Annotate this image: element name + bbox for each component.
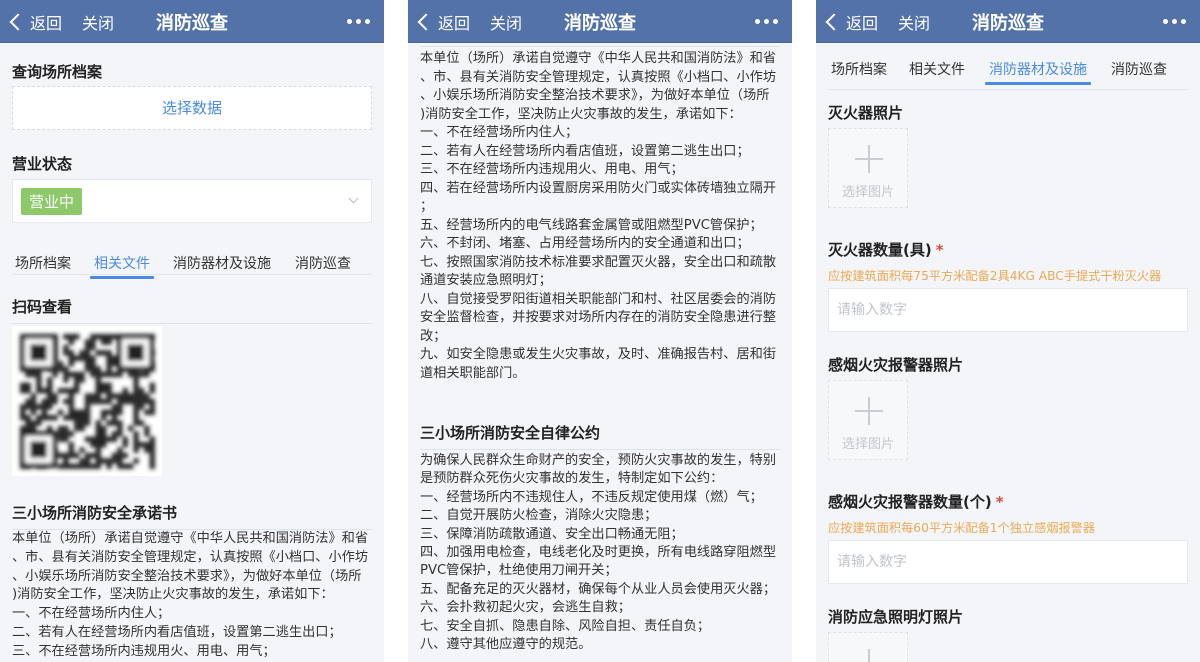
text-line: 四、加强用电检查，电线老化及时更换，所有电线路穿阻燃型 xyxy=(420,545,777,561)
tab-fire-patrol[interactable]: 消防巡查 xyxy=(295,253,351,273)
text-line: 二、若有人在经营场所内看店值班，设置第二逃生出口； xyxy=(420,143,750,159)
text-line: )消防安全工作，坚决防止火灾事故的发生，承诺如下： xyxy=(420,106,742,122)
screen-fire-equipment: 返回 关闭 消防巡查 场所档案 相关文件 消防器材及设施 消防巡查 灭火器照片 … xyxy=(816,0,1200,662)
text-line: 是预防群众死伤火灾事故的发生，特制定如下公约： xyxy=(420,471,724,487)
text-line: 、市、县有关消防安全管理规定，认真按照《小档口、小作坊 xyxy=(12,549,369,565)
chevron-down-icon xyxy=(348,193,359,204)
smoke-alarm-hint: 应按建筑面积每60平方米配备1个独立感烟报警器 xyxy=(828,521,1096,535)
upload-label: 选择图片 xyxy=(841,185,894,200)
page-title: 消防巡查 xyxy=(564,13,636,34)
qr-code-image xyxy=(12,326,162,476)
text-line: 、小娱乐场所消防安全整治技术要求》，为做好本单位（场所 xyxy=(420,88,770,103)
smoke-alarm-photo-upload[interactable]: 选择图片 xyxy=(828,380,908,460)
tab-fire-equipment[interactable]: 消防器材及设施 xyxy=(173,253,271,273)
text-line: ； xyxy=(420,199,434,214)
pledge-title: 三小场所消防安全承诺书 xyxy=(12,502,372,530)
tab-related-files[interactable]: 相关文件 xyxy=(90,253,154,279)
text-line: 九、如安全隐患或发生火灾事故，及时、准确报告村、居和街 xyxy=(420,347,777,362)
text-line: 、市、县有关消防安全管理规定，认真按照《小档口、小作坊 xyxy=(420,69,777,85)
required-mark: * xyxy=(935,241,944,259)
text-line: 为确保人民群众生命财产的安全，预防火灾事故的发生，特别 xyxy=(420,453,777,468)
page-title: 消防巡查 xyxy=(972,13,1044,34)
status-label: 营业状态 xyxy=(12,155,73,173)
extinguisher-photo-label: 灭火器照片 xyxy=(828,104,904,122)
text-line: 改； xyxy=(420,328,447,344)
more-icon[interactable] xyxy=(347,19,370,24)
more-icon[interactable] xyxy=(755,19,778,24)
text-line: 七、安全自抓、隐患自除、风险自担、责任自负； xyxy=(420,618,711,634)
text-line: 八、自觉接受罗阳街道相关职能部门和村、社区居委会的消防 xyxy=(420,291,777,307)
emergency-light-photo-upload[interactable] xyxy=(828,632,908,662)
text-line: )消防安全工作，坚决防止火灾事故的发生，承诺如下： xyxy=(12,587,334,603)
tab-venue-archive[interactable]: 场所档案 xyxy=(15,253,71,273)
scan-section-title: 扫码查看 xyxy=(12,296,372,324)
required-mark: * xyxy=(995,493,1004,511)
text-line: 一、不在经营场所内住人； xyxy=(420,125,579,140)
tab-bar: 场所档案 相关文件 消防器材及设施 消防巡查 xyxy=(828,59,1188,90)
more-icon[interactable] xyxy=(1163,19,1186,24)
nav-header: 返回 关闭 消防巡查 xyxy=(408,0,792,43)
plus-icon xyxy=(855,649,883,662)
smoke-alarm-count-input[interactable] xyxy=(828,540,1188,584)
text-line: 安全监督检查，并按要求对场所内存在的消防安全隐患进行整 xyxy=(420,310,777,325)
text-line: 三、不在经营场所内违规用火、用电、用气； xyxy=(420,162,684,177)
text-line: 通道安装应急照明灯； xyxy=(420,273,552,288)
text-line: 六、不封闭、堵塞、占用经营场所内的安全通道和出口； xyxy=(420,236,750,251)
status-badge: 营业中 xyxy=(21,188,83,215)
label-text: 感烟火灾报警器数量(个) xyxy=(828,493,992,511)
nav-header: 返回 关闭 消防巡查 xyxy=(816,0,1200,43)
tab-fire-equipment[interactable]: 消防器材及设施 xyxy=(985,59,1091,85)
divider xyxy=(420,46,780,47)
extinguisher-photo-upload[interactable]: 选择图片 xyxy=(828,128,908,208)
text-line: 五、经营场所内的电气线路套金属管或阻燃型PVC管保护； xyxy=(420,217,763,233)
upload-label: 选择图片 xyxy=(841,437,894,452)
text-line: 道相关职能部门。 xyxy=(420,365,526,381)
tab-bar: 场所档案 相关文件 消防器材及设施 消防巡查 xyxy=(12,253,372,279)
pledge-text: 本单位（场所）承诺自觉遵守《中华人民共和国消防法》和省 、市、县有关消防安全管理规… xyxy=(420,50,786,383)
tab-fire-patrol[interactable]: 消防巡查 xyxy=(1111,59,1167,79)
smoke-alarm-photo-label: 感烟火灾报警器照片 xyxy=(828,356,964,374)
text-line: 、小娱乐场所消防安全整治技术要求》，为做好本单位（场所 xyxy=(12,568,362,584)
screen-document-scroll: 返回 关闭 消防巡查 本单位（场所）承诺自觉遵守《中华人民共和国消防法》和省 、市… xyxy=(408,0,792,662)
text-line: 五、配备充足的灭火器材，确保每个从业人员会使用灭火器； xyxy=(420,581,777,597)
text-line: 四、若在经营场所内设置厨房采用防火门或实体砖墙独立隔开 xyxy=(420,180,777,196)
plus-icon xyxy=(855,145,883,173)
plus-icon xyxy=(855,397,883,425)
screen-related-files: 返回 关闭 消防巡查 查询场所档案 选择数据 营业状态 营业中 场所档案 相关文… xyxy=(0,0,384,662)
extinguisher-count-input[interactable] xyxy=(828,288,1188,332)
nav-header: 返回 关闭 消防巡查 xyxy=(0,0,384,43)
page-title: 消防巡查 xyxy=(156,13,228,34)
text-line: 三、保障消防疏散通道、安全出口畅通无阻； xyxy=(420,526,684,542)
query-label: 查询场所档案 xyxy=(12,63,103,81)
text-line: PVC管保护，杜绝使用刀闸开关； xyxy=(420,563,618,579)
smoke-alarm-count-label: 感烟火灾报警器数量(个) * xyxy=(828,491,1004,512)
label-text: 灭火器数量(具) xyxy=(828,241,932,259)
extinguisher-hint: 应按建筑面积每75平方米配备2具4KG ABC手提式干粉灭火器 xyxy=(828,269,1162,283)
text-line: 八、遵守其他应遵守的规范。 xyxy=(420,637,592,653)
pledge-text: 本单位（场所）承诺自觉遵守《中华人民共和国消防法》和省 、市、县有关消防安全管理规… xyxy=(12,530,378,662)
select-data-button[interactable]: 选择数据 xyxy=(12,86,372,130)
extinguisher-count-label: 灭火器数量(具) * xyxy=(828,239,944,260)
convention-text: 为确保人民群众生命财产的安全，预防火灾事故的发生，特别 是预防群众死伤火灾事故的发… xyxy=(420,452,786,654)
text-line: 七、按照国家消防技术标准要求配置灭火器，安全出口和疏散 xyxy=(420,254,777,270)
text-line: 一、不在经营场所内住人； xyxy=(12,606,171,622)
tab-related-files[interactable]: 相关文件 xyxy=(909,59,965,79)
text-line: 本单位（场所）承诺自觉遵守《中华人民共和国消防法》和省 xyxy=(12,531,369,546)
text-line: 六、会扑救初起火灾，会逃生自救； xyxy=(420,600,631,616)
tab-venue-archive[interactable]: 场所档案 xyxy=(831,59,887,79)
emergency-light-photo-label: 消防应急照明灯照片 xyxy=(828,608,964,626)
text-line: 本单位（场所）承诺自觉遵守《中华人民共和国消防法》和省 xyxy=(420,51,777,66)
convention-title: 三小场所消防安全自律公约 xyxy=(420,422,780,450)
text-line: 一、经营场所内不违规住人，不违反规定使用煤（燃）气； xyxy=(420,489,763,505)
status-select[interactable]: 营业中 xyxy=(12,179,372,223)
text-line: 三、不在经营场所内违规用火、用电、用气； xyxy=(12,643,276,659)
text-line: 二、若有人在经营场所内看店值班，设置第二逃生出口； xyxy=(12,624,342,640)
text-line: 二、自觉开展防火检查，消除火灾隐患； xyxy=(420,508,658,524)
